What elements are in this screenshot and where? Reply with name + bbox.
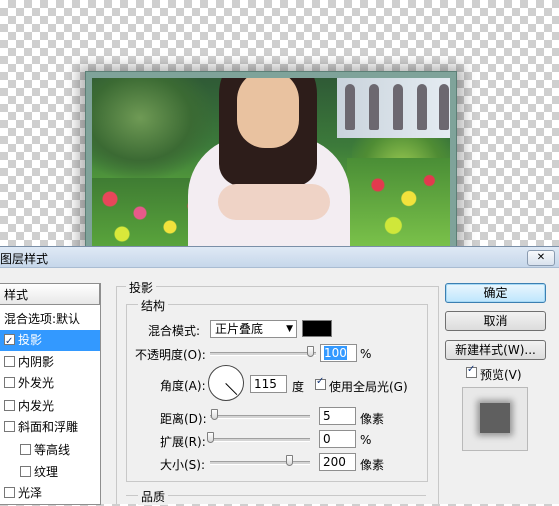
size-slider-thumb[interactable]	[286, 455, 293, 466]
chevron-down-icon: ▼	[286, 324, 293, 334]
new-style-button[interactable]: 新建样式(W)...	[445, 340, 546, 360]
quality-group-label: 品质	[138, 488, 169, 505]
person-face	[237, 78, 299, 148]
spread-input[interactable]: 0	[319, 430, 356, 448]
checkbox-icon[interactable]	[20, 444, 31, 455]
style-item-outer-glow[interactable]: 外发光	[0, 373, 100, 394]
global-light-label: 使用全局光(G)	[329, 380, 408, 394]
style-item-label: 内发光	[18, 399, 55, 413]
distance-slider-thumb[interactable]	[211, 409, 218, 420]
close-icon[interactable]: ✕	[527, 250, 555, 266]
distance-unit: 像素	[360, 412, 385, 426]
angle-value: 115	[254, 377, 277, 391]
style-item-label: 投影	[18, 333, 43, 347]
opacity-slider-thumb[interactable]	[307, 346, 314, 357]
angle-unit: 度	[292, 380, 305, 394]
distance-slider-track[interactable]	[210, 415, 310, 419]
spread-unit: %	[360, 433, 372, 447]
dialog-titlebar[interactable]: 图层样式 ✕	[0, 247, 559, 268]
structure-group-label: 结构	[138, 297, 169, 314]
size-unit: 像素	[360, 458, 385, 472]
style-preview	[462, 387, 528, 451]
spread-value: 0	[323, 432, 331, 446]
style-item-label: 纹理	[34, 465, 59, 479]
angle-dial-needle	[225, 383, 238, 396]
checkbox-icon[interactable]	[4, 400, 15, 411]
size-slider-track[interactable]	[210, 461, 310, 465]
style-item-inner-glow[interactable]: 内发光	[0, 396, 100, 417]
palm-leaves	[92, 78, 212, 178]
fence	[337, 78, 450, 138]
styles-header[interactable]: 样式	[0, 283, 100, 305]
style-item-contour[interactable]: 等高线	[0, 440, 100, 461]
style-item-label: 混合选项:默认	[4, 312, 81, 326]
style-item-label: 斜面和浮雕	[18, 420, 79, 434]
spread-slider-thumb[interactable]	[207, 432, 214, 443]
angle-input[interactable]: 115	[250, 375, 287, 393]
style-item-label: 等高线	[34, 443, 71, 457]
style-item-bevel-emboss[interactable]: 斜面和浮雕	[0, 417, 100, 438]
preview-checkbox[interactable]	[466, 364, 477, 378]
style-item-label: 外发光	[18, 376, 55, 390]
global-light-checkbox[interactable]	[315, 376, 326, 390]
size-input[interactable]: 200	[319, 453, 356, 471]
shadow-color-swatch[interactable]	[302, 320, 332, 337]
blend-mode-value: 正片叠底	[215, 322, 264, 336]
checkbox-icon[interactable]	[4, 421, 15, 432]
checkbox-icon[interactable]	[4, 377, 15, 388]
angle-dial[interactable]	[208, 365, 244, 401]
quality-group	[126, 495, 426, 506]
spread-label: 扩展(R):	[160, 435, 206, 449]
opacity-label: 不透明度(O):	[135, 348, 206, 362]
blend-mode-label: 混合模式:	[148, 324, 201, 338]
distance-label: 距离(D):	[160, 412, 207, 426]
size-value: 200	[323, 455, 346, 469]
opacity-unit: %	[360, 347, 372, 361]
distance-input[interactable]: 5	[319, 407, 356, 425]
flowers-right	[347, 158, 450, 248]
checkbox-icon[interactable]	[20, 466, 31, 477]
photo-layer[interactable]	[92, 78, 450, 248]
checkbox-icon[interactable]	[4, 487, 15, 498]
checkbox-icon[interactable]	[4, 356, 15, 367]
opacity-value: 100	[324, 346, 347, 360]
opacity-input[interactable]: 100	[320, 344, 357, 362]
checkbox-icon[interactable]	[4, 331, 15, 352]
preview-swatch	[480, 403, 510, 433]
cancel-button[interactable]: 取消	[445, 311, 546, 331]
style-item-label: 光泽	[18, 486, 43, 500]
drop-shadow-group-label: 投影	[126, 279, 157, 296]
blend-mode-select[interactable]: 正片叠底 ▼	[210, 320, 297, 338]
style-item-label: 内阴影	[18, 355, 55, 369]
distance-value: 5	[323, 409, 331, 423]
size-label: 大小(S):	[160, 458, 206, 472]
style-item-blending-options[interactable]: 混合选项:默认	[0, 309, 100, 330]
style-item-inner-shadow[interactable]: 内阴影	[0, 352, 100, 373]
ok-button[interactable]: 确定	[445, 283, 546, 303]
preview-label: 预览(V)	[480, 368, 522, 382]
dialog-title: 图层样式	[0, 252, 49, 266]
style-item-drop-shadow[interactable]: 投影	[0, 330, 100, 352]
person-arm	[218, 184, 330, 220]
angle-label: 角度(A):	[160, 379, 206, 393]
opacity-slider-track[interactable]	[210, 352, 316, 356]
spread-slider-track[interactable]	[210, 438, 310, 442]
style-item-satin[interactable]: 光泽	[0, 483, 100, 504]
style-item-texture[interactable]: 纹理	[0, 462, 100, 483]
